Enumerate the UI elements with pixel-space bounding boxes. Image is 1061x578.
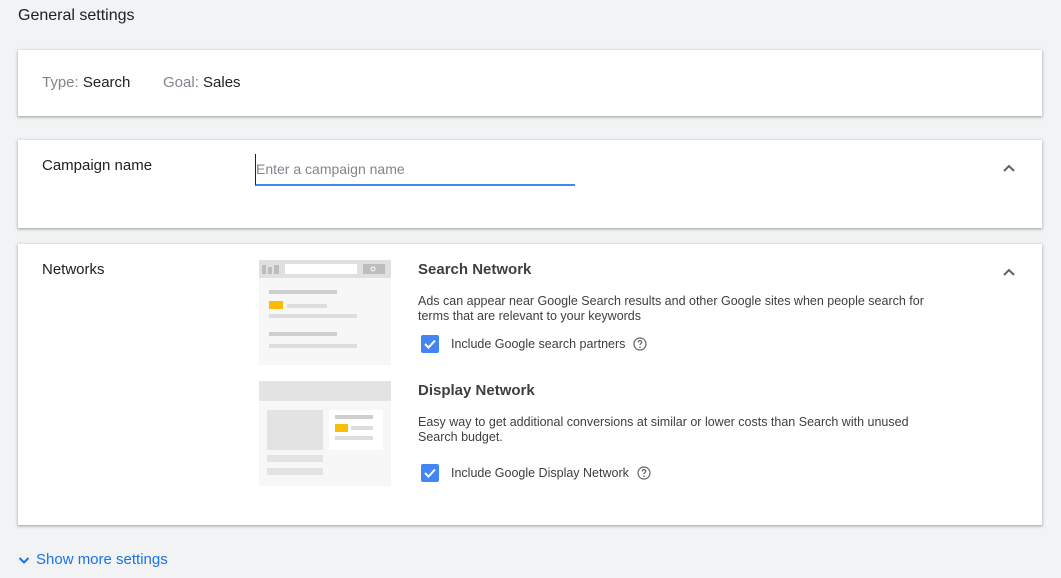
help-circle-icon[interactable] xyxy=(637,466,651,480)
search-partners-checkbox[interactable] xyxy=(421,335,439,353)
search-network-description: Ads can appear near Google Search result… xyxy=(418,294,924,323)
display-network-title: Display Network xyxy=(418,382,535,399)
networks-label: Networks xyxy=(42,261,105,278)
show-more-label: Show more settings xyxy=(36,551,168,568)
page-title: General settings xyxy=(18,7,135,24)
help-circle-icon[interactable] xyxy=(633,337,648,351)
display-network-option[interactable]: Include Google Display Network xyxy=(421,464,651,482)
search-network-title: Search Network xyxy=(418,261,532,278)
display-network-label: Include Google Display Network xyxy=(451,466,629,480)
campaign-type-card: Type: Search Goal: Sales xyxy=(18,50,1042,116)
campaign-name-label: Campaign name xyxy=(42,157,153,174)
campaign-type: Type: Search xyxy=(42,74,130,91)
search-partners-label: Include Google search partners xyxy=(451,337,626,351)
check-icon xyxy=(424,339,436,349)
campaign-name-input[interactable] xyxy=(255,154,575,186)
chevron-up-icon[interactable] xyxy=(1002,265,1016,279)
goal-value: Sales xyxy=(203,74,241,91)
display-network-illustration xyxy=(259,381,391,486)
chevron-down-icon xyxy=(18,556,30,564)
networks-card: Networks Search Network Ads can appear n… xyxy=(18,244,1042,525)
type-value: Search xyxy=(82,74,131,91)
goal-key: Goal: xyxy=(163,74,199,91)
show-more-settings-link[interactable]: Show more settings xyxy=(18,551,168,568)
display-network-checkbox[interactable] xyxy=(421,464,439,482)
chevron-up-icon[interactable] xyxy=(1002,161,1016,175)
campaign-name-card: Campaign name xyxy=(18,140,1042,228)
search-network-illustration xyxy=(259,260,391,365)
check-icon xyxy=(424,468,436,478)
type-key: Type: xyxy=(42,74,79,91)
search-partners-option[interactable]: Include Google search partners xyxy=(421,335,648,353)
display-network-description: Easy way to get additional conversions a… xyxy=(418,415,909,444)
campaign-goal: Goal: Sales xyxy=(163,74,241,91)
